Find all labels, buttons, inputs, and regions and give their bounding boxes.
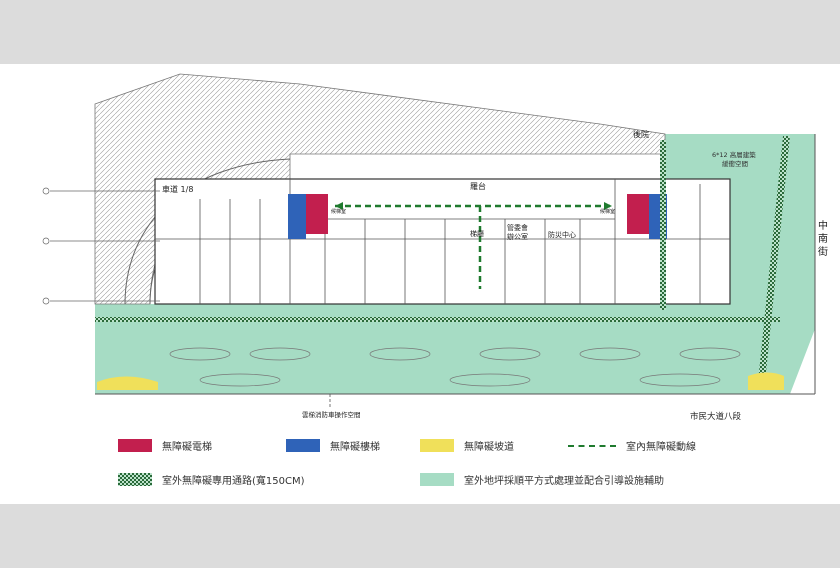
management-office-line1: 管委會 [507, 223, 528, 232]
legend-stair-swatch [286, 439, 320, 452]
legend-stair: 無障礙樓梯 [286, 438, 380, 453]
accessible-elevator-east [627, 194, 649, 234]
street-east-char1: 中 [818, 219, 828, 232]
lift-lobby-west-label: 候梯室 [331, 208, 346, 215]
legend-ramp: 無障礙坡道 [420, 438, 514, 453]
back-yard-label: 後院 [633, 129, 649, 139]
corner-space-line1: 6*12 高層建築 [712, 150, 756, 159]
legend-outdoor-path-swatch [118, 473, 152, 486]
corner-space-line2: 緩衝空間 [722, 159, 748, 168]
disaster-center-label: 防災中心 [548, 230, 576, 239]
accessible-elevator-west [306, 194, 328, 234]
outdoor-accessible-path-a [95, 317, 780, 322]
management-office-line2: 辦公室 [507, 232, 528, 241]
lobby-label: 梯廳 [470, 229, 484, 238]
accessible-stair-west [288, 194, 306, 239]
street-east-char2: 南 [818, 232, 828, 245]
legend-outdoor-path: 室外無障礙專用通路(寬150CM) [118, 472, 305, 487]
legend-ramp-label: 無障礙坡道 [464, 442, 514, 453]
fire-space-label: 雲梯消防車操作空間 [302, 410, 361, 419]
outdoor-accessible-path-c [660, 140, 666, 310]
legend-outdoor-area-swatch [420, 473, 454, 486]
legend-indoor-route-swatch [568, 444, 616, 447]
legend-elevator-swatch [118, 439, 152, 452]
legend-ramp-swatch [420, 439, 454, 452]
legend-indoor-route-label: 室內無障礙動線 [626, 442, 696, 453]
legend-outdoor-area: 室外地坪採順平方式處理並配合引導設施輔助 [420, 472, 664, 487]
street-east-label: 中 南 街 [818, 219, 831, 258]
legend-outdoor-area-label: 室外地坪採順平方式處理並配合引導設施輔助 [464, 476, 664, 487]
ramp-slope-label: 車道 1/8 [162, 184, 193, 194]
legend-outdoor-path-label: 室外無障礙專用通路(寬150CM) [162, 476, 305, 487]
legend-stair-label: 無障礙樓梯 [330, 442, 380, 453]
boulevard-label: 市民大道八段 [690, 411, 742, 422]
platform-label: 羅台 [470, 181, 486, 191]
legend-elevator-label: 無障礙電梯 [162, 442, 212, 453]
legend-elevator: 無障礙電梯 [118, 438, 212, 453]
legend-indoor-route: 室內無障礙動線 [568, 438, 696, 453]
accessible-ramp-east [748, 372, 784, 390]
street-east-char3: 街 [818, 245, 828, 258]
lift-lobby-east-label: 候梯室 [600, 208, 615, 215]
